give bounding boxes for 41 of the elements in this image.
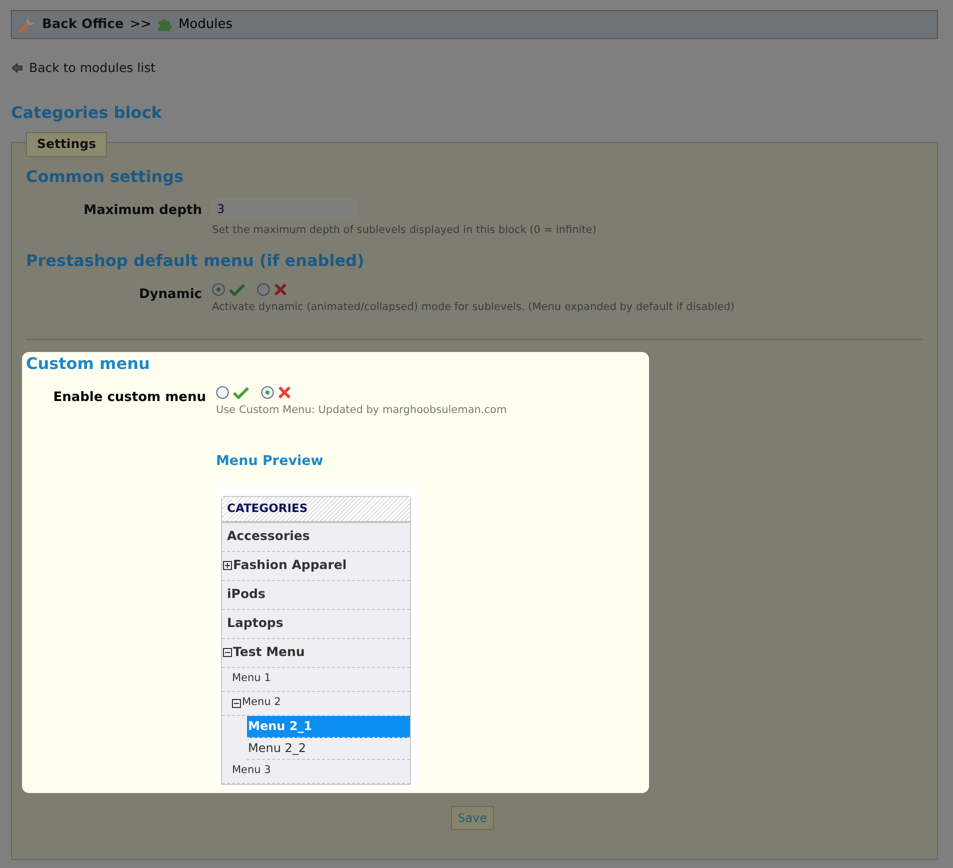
field-label: Dynamic bbox=[138, 286, 203, 304]
check-icon bbox=[229, 282, 245, 296]
back-link-text: Back to modules list bbox=[29, 59, 156, 77]
breadcrumb-current: Modules bbox=[178, 16, 232, 34]
wrench-icon bbox=[18, 16, 36, 34]
radio-button[interactable] bbox=[216, 386, 229, 400]
radio-button[interactable] bbox=[261, 386, 274, 400]
back-link[interactable]: Back to modules list bbox=[11, 59, 938, 78]
text-input[interactable]: 3 bbox=[212, 198, 356, 219]
menu-item[interactable]: Laptops bbox=[222, 610, 410, 638]
radio-button[interactable] bbox=[257, 282, 270, 296]
breadcrumb-link[interactable]: Back Office bbox=[42, 14, 124, 34]
cross-icon bbox=[278, 386, 291, 400]
help-text: Activate dynamic (animated/collapsed) mode for sublevels. (Menu expanded by default if disabled) bbox=[212, 300, 734, 314]
menu-header: CATEGORIES bbox=[222, 497, 410, 522]
help-text: Use Custom Menu: Updated by marghoobsuleman.com bbox=[216, 403, 507, 418]
page-title: Categories block bbox=[11, 102, 163, 124]
cross-icon bbox=[274, 282, 287, 296]
field-label: Enable custom menu bbox=[52, 389, 207, 408]
collapse-icon[interactable] bbox=[232, 698, 241, 708]
menu-item[interactable]: Accessories bbox=[222, 522, 410, 552]
field-label: Maximum depth bbox=[82, 202, 203, 220]
puzzle-icon bbox=[157, 17, 172, 32]
menu-item[interactable]: Menu 3 bbox=[222, 760, 410, 784]
radio-button[interactable] bbox=[212, 282, 225, 296]
check-icon bbox=[233, 386, 249, 400]
menu-item[interactable]: Menu 2_2 bbox=[247, 738, 410, 760]
section-heading: Prestashop default menu (if enabled) bbox=[26, 250, 366, 272]
expand-icon[interactable] bbox=[223, 561, 232, 570]
menu-item[interactable]: Test Menu bbox=[222, 638, 410, 668]
menu-item[interactable]: Fashion Apparel bbox=[222, 552, 410, 580]
menu-item[interactable]: iPods bbox=[222, 580, 410, 610]
back-arrow-icon bbox=[11, 63, 23, 74]
section-heading: Common settings bbox=[26, 166, 185, 188]
section-heading: Custom menu bbox=[26, 353, 151, 376]
breadcrumb-separator: >> bbox=[130, 16, 152, 34]
help-text: Set the maximum depth of sublevels displayed in this block (0 = infinite) bbox=[212, 222, 596, 238]
preview-heading: Menu Preview bbox=[216, 452, 324, 471]
settings-tab[interactable]: Settings bbox=[26, 132, 108, 156]
menu-item[interactable]: Menu 1 bbox=[222, 668, 410, 692]
collapse-icon[interactable] bbox=[223, 648, 232, 657]
